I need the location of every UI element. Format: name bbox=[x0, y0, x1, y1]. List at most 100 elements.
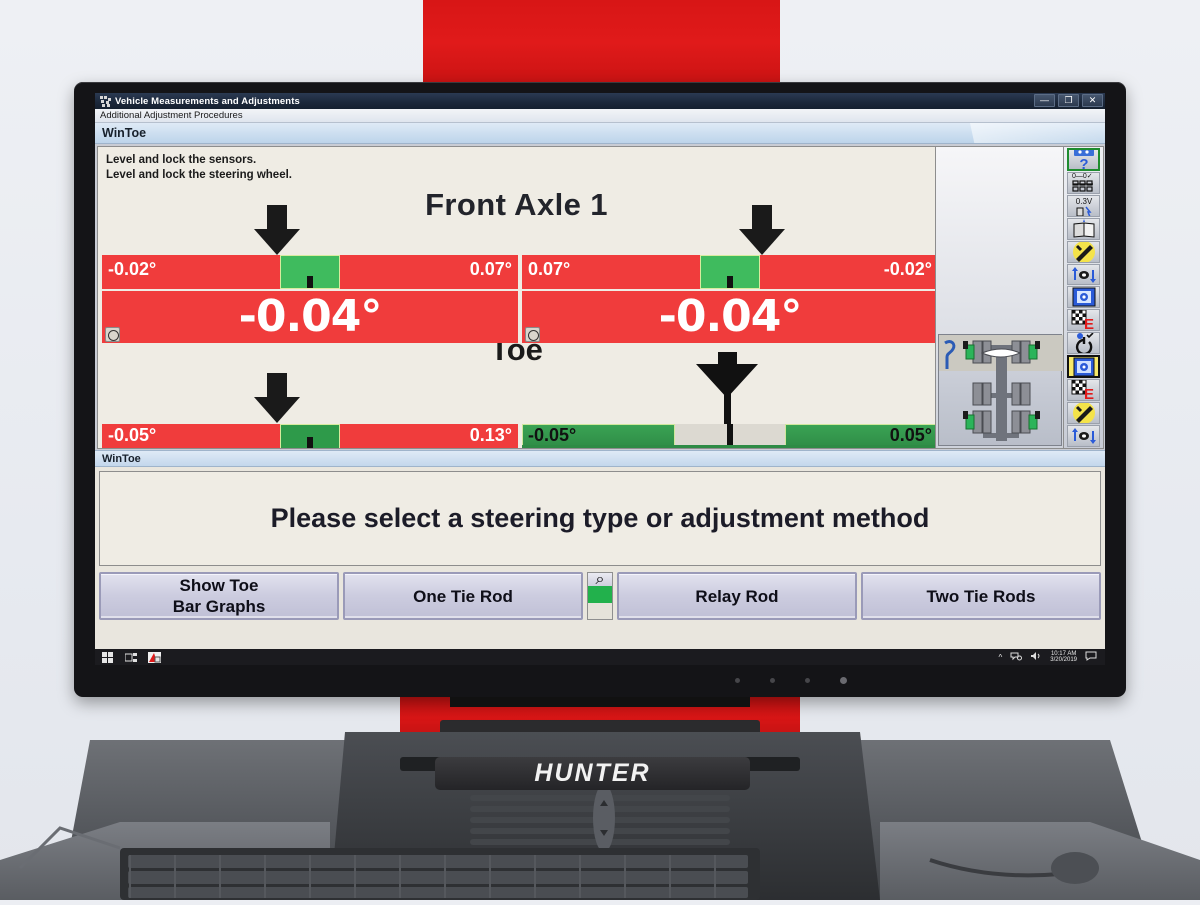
bottom-panel-title: WinToe bbox=[102, 452, 141, 465]
front-right-total-value: -0.04° bbox=[522, 291, 935, 343]
svg-text:0—0✓: 0—0✓ bbox=[1072, 173, 1093, 180]
rear-right-right-value: 0.05° bbox=[889, 425, 932, 445]
app-window: Vehicle Measurements and Adjustments — ❐… bbox=[95, 93, 1105, 649]
vehicle-thumbnail[interactable] bbox=[938, 334, 1063, 446]
camera-target-icon[interactable] bbox=[1067, 286, 1100, 309]
checkered-flag-e2-icon[interactable]: E bbox=[1067, 379, 1100, 401]
show-toe-label-2: Bar Graphs bbox=[172, 597, 266, 616]
window-title: Vehicle Measurements and Adjustments bbox=[115, 95, 300, 107]
gauge-front-left[interactable]: -0.02° 0.07° -0.04° bbox=[102, 255, 518, 345]
monitor-bezel: Vehicle Measurements and Adjustments — ❐… bbox=[74, 82, 1126, 697]
front-left-topbar: -0.02° 0.07° bbox=[102, 255, 518, 289]
front-left-center-notch bbox=[280, 255, 340, 289]
front-right-left-value: 0.07° bbox=[528, 259, 571, 279]
taskbar-left-group bbox=[95, 651, 161, 663]
one-tie-rod-label: One Tie Rod bbox=[413, 586, 513, 606]
magnifier-button[interactable]: ⌕ bbox=[587, 571, 613, 620]
front-left-total-value: -0.04° bbox=[102, 291, 518, 343]
show-toe-bar-graphs-button[interactable]: Show Toe Bar Graphs bbox=[99, 572, 339, 620]
front-right-center-notch bbox=[700, 255, 760, 289]
vehicle-side-strip bbox=[936, 146, 1064, 449]
tools-wrench-icon[interactable] bbox=[1067, 240, 1100, 263]
book-manual-icon[interactable] bbox=[1067, 217, 1100, 240]
minimize-button[interactable]: — bbox=[1034, 94, 1055, 107]
maximize-button[interactable]: ❐ bbox=[1058, 94, 1079, 107]
front-right-adjust-arrow bbox=[739, 205, 785, 255]
rear-right-green-underline bbox=[522, 445, 935, 448]
gauge-rear-left[interactable]: -0.05° 0.13° bbox=[102, 424, 518, 448]
clock-date: 3/20/2019 bbox=[1050, 657, 1077, 663]
taskbar-system-tray: ^ 10:17 AM 3/20/2019 bbox=[999, 651, 1105, 664]
rear-left-center-notch bbox=[280, 424, 340, 448]
rear-left-right-value: 0.13° bbox=[469, 425, 512, 445]
top-panel-header: WinToe bbox=[95, 123, 1105, 144]
task-view-button[interactable] bbox=[124, 651, 137, 663]
one-tie-rod-button[interactable]: One Tie Rod bbox=[343, 572, 583, 620]
right-toolbar: ? 0—0✓ 0.3V E E bbox=[1064, 146, 1104, 449]
volume-icon[interactable] bbox=[1030, 651, 1042, 663]
hunter-aligner-app-button[interactable] bbox=[148, 651, 161, 663]
front-left-steering-wheel-icon bbox=[105, 327, 120, 342]
taskbar-clock[interactable]: 10:17 AM 3/20/2019 bbox=[1050, 651, 1077, 664]
window-titlebar: Vehicle Measurements and Adjustments — ❐… bbox=[95, 93, 1105, 109]
monitor-screen: Vehicle Measurements and Adjustments — ❐… bbox=[95, 93, 1105, 665]
svg-text:0.3V: 0.3V bbox=[1075, 197, 1092, 206]
message-box: Please select a steering type or adjustm… bbox=[99, 471, 1101, 566]
two-tie-rods-label: Two Tie Rods bbox=[926, 586, 1036, 606]
rear-left-left-value: -0.05° bbox=[108, 425, 157, 445]
cabinet-top-red-panel bbox=[423, 0, 780, 95]
window-menubar[interactable]: Additional Adjustment Procedures bbox=[95, 109, 1105, 123]
front-right-topbar: 0.07° -0.02° bbox=[522, 255, 935, 289]
relay-rod-button[interactable]: Relay Rod bbox=[617, 572, 857, 620]
save-vault-icon[interactable] bbox=[1067, 355, 1100, 378]
instructions-block: Level and lock the sensors. Level and lo… bbox=[106, 153, 292, 183]
battery-0.3v-icon[interactable]: 0.3V bbox=[1067, 194, 1100, 217]
app-icon bbox=[100, 95, 111, 107]
windows-taskbar: ^ 10:17 AM 3/20/2019 bbox=[95, 649, 1105, 665]
hunter-brand-plate: HUNTER bbox=[435, 757, 750, 790]
bottom-panel-header: WinToe bbox=[95, 450, 1105, 467]
tools-wrench2-icon[interactable] bbox=[1067, 401, 1100, 424]
gauge-front-right[interactable]: 0.07° -0.02° -0.04° bbox=[522, 255, 935, 345]
notification-icon[interactable] bbox=[1085, 651, 1097, 663]
wheel-arrows2-icon[interactable] bbox=[1067, 424, 1100, 447]
front-left-left-value: -0.02° bbox=[108, 259, 157, 279]
front-left-adjust-arrow bbox=[254, 205, 300, 255]
specifications-icon[interactable]: 0—0✓ bbox=[1067, 171, 1100, 194]
close-button[interactable]: ✕ bbox=[1082, 94, 1103, 107]
axle-title: Front Axle 1 bbox=[425, 187, 608, 222]
aligner-console bbox=[0, 700, 1200, 900]
window-controls: — ❐ ✕ bbox=[1034, 94, 1103, 107]
rear-right-topbar: -0.05° 0.05° bbox=[522, 424, 935, 448]
menu-item-additional-adjustment-procedures[interactable]: Additional Adjustment Procedures bbox=[100, 110, 243, 121]
chevron-up-icon[interactable]: ^ bbox=[999, 653, 1003, 662]
gauge-rear-right[interactable]: -0.05° 0.05° bbox=[522, 424, 935, 448]
message-text: Please select a steering type or adjustm… bbox=[270, 503, 930, 533]
start-button[interactable] bbox=[102, 651, 114, 663]
rear-right-adjust-arrow bbox=[696, 352, 758, 424]
magnifier-gray-indicator bbox=[588, 603, 612, 619]
relay-rod-label: Relay Rod bbox=[695, 586, 779, 606]
svg-text:?: ? bbox=[1079, 156, 1088, 170]
two-tie-rods-button[interactable]: Two Tie Rods bbox=[861, 572, 1101, 620]
instruction-line-2: Level and lock the steering wheel. bbox=[106, 169, 292, 181]
checkered-flag-e-icon[interactable]: E bbox=[1067, 309, 1100, 332]
action-button-row: Show Toe Bar Graphs One Tie Rod ⌕ Relay … bbox=[99, 571, 1101, 620]
svg-text:E: E bbox=[1083, 316, 1093, 331]
rear-left-adjust-arrow bbox=[254, 373, 300, 423]
show-toe-label-1: Show Toe bbox=[179, 576, 259, 595]
magnifier-green-indicator bbox=[588, 586, 612, 603]
network-icon[interactable] bbox=[1010, 651, 1023, 663]
rear-right-left-value: -0.05° bbox=[528, 425, 577, 445]
instruction-line-1: Level and lock the sensors. bbox=[106, 154, 257, 166]
magnifier-icon: ⌕ bbox=[588, 571, 612, 588]
steering-refresh-icon[interactable] bbox=[1067, 332, 1100, 355]
front-left-right-value: 0.07° bbox=[469, 259, 512, 279]
front-right-right-value: -0.02° bbox=[883, 259, 932, 279]
clock-time: 10:17 AM bbox=[1050, 650, 1077, 657]
top-panel-title: WinToe bbox=[102, 126, 147, 140]
graph-region: Level and lock the sensors. Level and lo… bbox=[95, 144, 1105, 450]
wheel-arrows-icon[interactable] bbox=[1067, 263, 1100, 286]
monitor-chin bbox=[95, 672, 1105, 690]
help-question-icon[interactable]: ? bbox=[1067, 148, 1100, 171]
